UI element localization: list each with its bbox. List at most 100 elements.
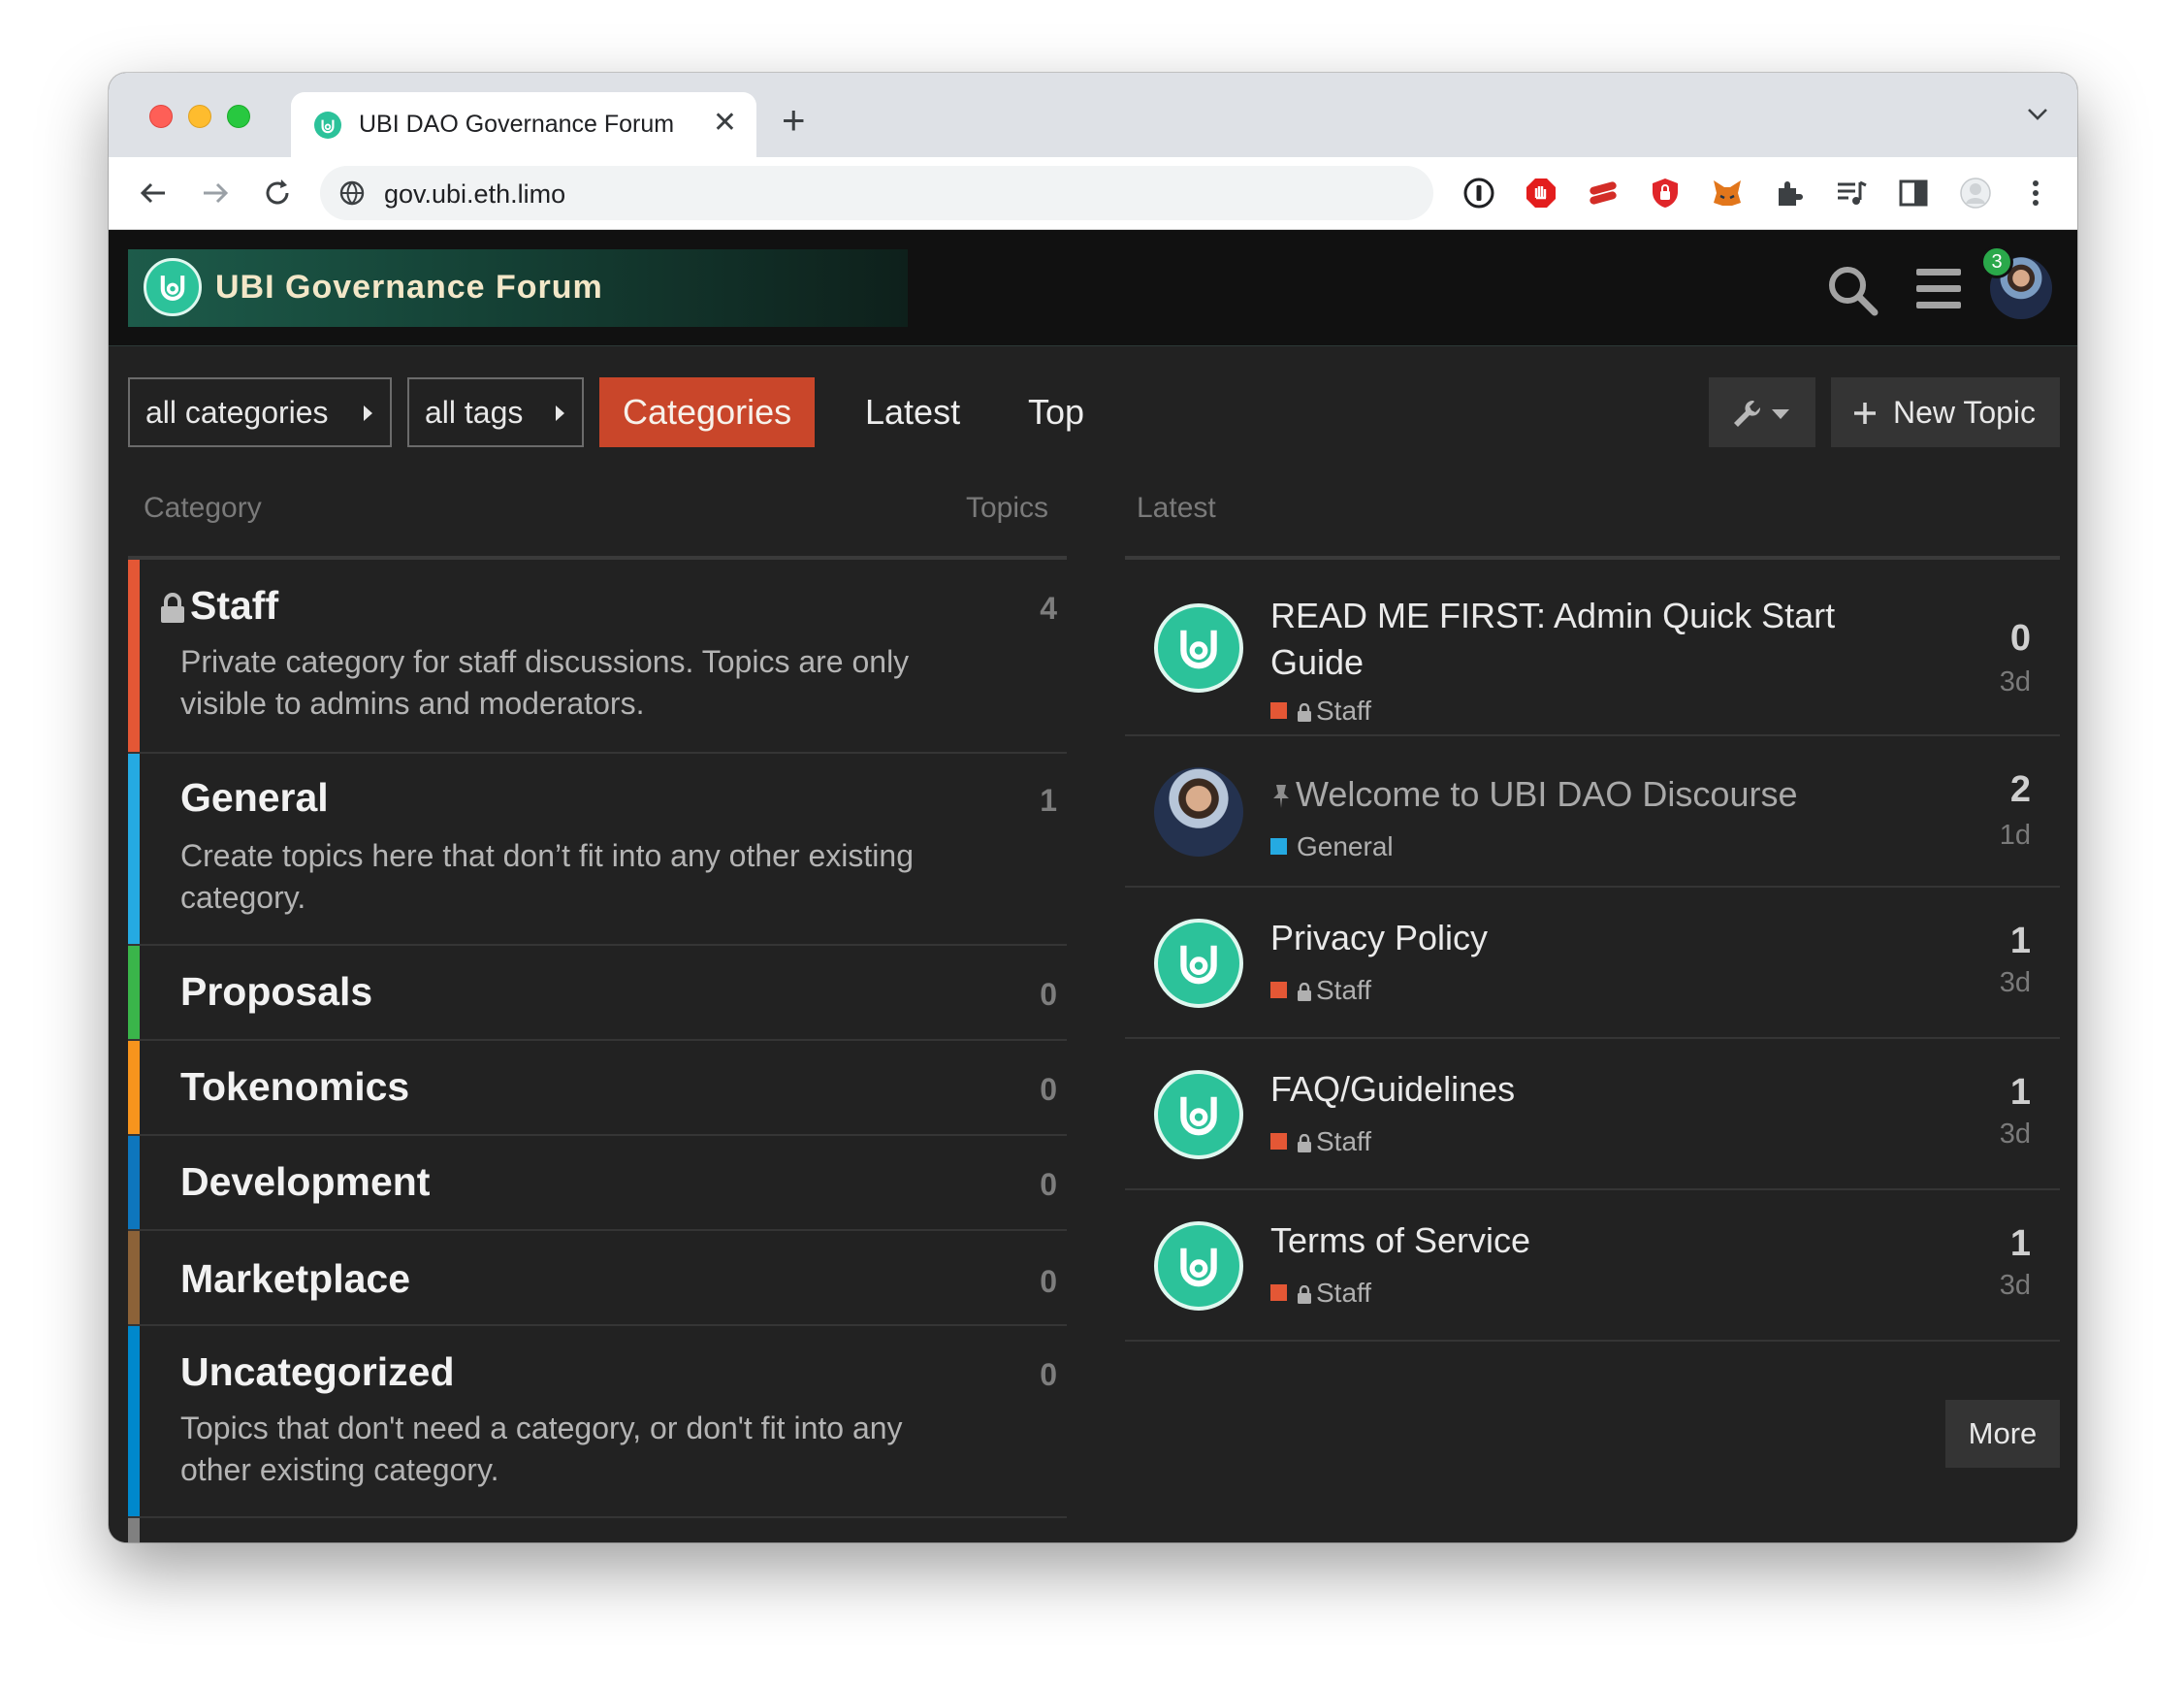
category-row-proposals[interactable]: Proposals 0 xyxy=(128,946,1067,1041)
extensions-icon[interactable] xyxy=(1773,177,1806,210)
topic-category[interactable]: General xyxy=(1270,831,1394,862)
system-avatar-icon[interactable] xyxy=(1154,603,1243,693)
lock-icon xyxy=(1298,982,1311,1001)
category-topic-count: 1 xyxy=(1040,783,1057,818)
topic-category[interactable]: Staff xyxy=(1270,1126,1371,1157)
close-window-button[interactable] xyxy=(149,105,173,128)
caret-right-icon xyxy=(556,405,564,421)
back-icon[interactable] xyxy=(136,176,171,215)
category-color-bar xyxy=(128,1518,140,1542)
category-description: Private category for staff discussions. … xyxy=(180,644,910,721)
tab-categories[interactable]: Categories xyxy=(599,377,816,447)
media-icon[interactable] xyxy=(1835,177,1868,210)
lock-icon xyxy=(1298,1133,1311,1152)
side-panel-icon[interactable] xyxy=(1897,177,1930,210)
category-name[interactable]: Development xyxy=(180,1159,430,1205)
categories-dropdown[interactable]: all categories xyxy=(128,377,392,447)
browser-window: UBI DAO Governance Forum ✕ + gov.ubi.eth… xyxy=(109,73,2077,1542)
new-topic-label: New Topic xyxy=(1893,395,2037,430)
topic-replies-count: 2 xyxy=(2009,769,2031,810)
notification-badge: 3 xyxy=(1980,245,2013,278)
topic-title[interactable]: Privacy Policy xyxy=(1270,915,1852,961)
user-avatar[interactable]: 3 xyxy=(1980,245,2052,319)
tab-search-chevron-icon[interactable] xyxy=(2027,108,2048,126)
new-tab-icon[interactable]: + xyxy=(782,100,806,141)
browser-toolbar: gov.ubi.eth.limo xyxy=(109,157,2077,230)
topic-title[interactable]: READ ME FIRST: Admin Quick Start Guide xyxy=(1270,593,1852,686)
site-title: UBI Governance Forum xyxy=(215,269,603,306)
category-name[interactable]: Proposals xyxy=(180,969,372,1015)
caret-right-icon xyxy=(364,405,372,421)
topic-title[interactable]: FAQ/Guidelines xyxy=(1270,1066,1852,1113)
tags-dropdown[interactable]: all tags xyxy=(407,377,584,447)
topic-row[interactable]: READ ME FIRST: Admin Quick Start Guide S… xyxy=(1125,560,2060,736)
topic-title[interactable]: Welcome to UBI DAO Discourse xyxy=(1270,771,1949,818)
zoom-window-button[interactable] xyxy=(227,105,250,128)
system-avatar-icon[interactable] xyxy=(1154,1070,1243,1159)
topic-activity-age[interactable]: 3d xyxy=(2000,967,2031,999)
topic-activity-age[interactable]: 1d xyxy=(2000,820,2031,852)
pin-icon xyxy=(1273,785,1289,809)
site-logo[interactable]: UBI Governance Forum xyxy=(128,249,908,327)
hamburger-menu-icon[interactable] xyxy=(1914,267,1963,316)
topic-category[interactable]: Staff xyxy=(1270,696,1371,727)
admin-tools-button[interactable] xyxy=(1709,377,1815,447)
ubi-favicon-icon xyxy=(314,112,341,139)
user-avatar[interactable] xyxy=(1154,767,1243,857)
site-info-icon[interactable] xyxy=(339,180,365,211)
tab-close-icon[interactable]: ✕ xyxy=(713,106,737,140)
forward-icon[interactable] xyxy=(198,176,233,215)
topic-row[interactable]: FAQ/Guidelines Staff 1 3d xyxy=(1125,1039,2060,1190)
browser-tab[interactable]: UBI DAO Governance Forum ✕ xyxy=(291,92,756,157)
topic-title[interactable]: Terms of Service xyxy=(1270,1217,1852,1264)
brave-shield-icon[interactable] xyxy=(1649,177,1682,210)
category-name[interactable]: Marketplace xyxy=(180,1256,410,1302)
category-row-uncategorized[interactable]: Uncategorized 0 Topics that don't need a… xyxy=(128,1326,1067,1518)
category-name[interactable]: Tokenomics xyxy=(180,1064,409,1110)
metamask-icon[interactable] xyxy=(1711,177,1744,210)
more-icon[interactable] xyxy=(2019,177,2052,210)
topic-row[interactable]: Welcome to UBI DAO Discourse General 2 1… xyxy=(1125,736,2060,888)
new-topic-button[interactable]: New Topic xyxy=(1831,377,2060,447)
lock-icon xyxy=(161,593,184,624)
tab-top[interactable]: Top xyxy=(1028,377,1084,447)
site-header: UBI Governance Forum 3 xyxy=(109,230,2077,346)
category-color-bar xyxy=(128,560,140,752)
plus-icon xyxy=(1854,403,1876,424)
category-name[interactable]: Staff xyxy=(159,583,278,629)
lock-icon xyxy=(1298,702,1311,722)
category-topic-count: 0 xyxy=(1040,1264,1057,1299)
category-name[interactable]: General xyxy=(180,775,329,821)
topic-activity-age[interactable]: 3d xyxy=(2000,1119,2031,1151)
profile-icon[interactable] xyxy=(1959,177,1992,210)
topic-category[interactable]: Staff xyxy=(1270,975,1371,1006)
reload-icon[interactable] xyxy=(260,176,295,215)
lastpass-icon[interactable] xyxy=(1587,177,1620,210)
category-row-marketplace[interactable]: Marketplace 0 xyxy=(128,1231,1067,1326)
category-row-staff[interactable]: Staff 4 Private category for staff discu… xyxy=(128,560,1067,754)
category-color-bar xyxy=(128,1231,140,1324)
address-bar[interactable]: gov.ubi.eth.limo xyxy=(320,166,1433,220)
category-color-bar xyxy=(128,946,140,1039)
category-topic-count: 0 xyxy=(1040,1072,1057,1107)
topic-activity-age[interactable]: 3d xyxy=(2000,1270,2031,1302)
category-row-development[interactable]: Development 0 xyxy=(128,1136,1067,1231)
category-row-general[interactable]: General 1 Create topics here that don’t … xyxy=(128,754,1067,946)
category-color-bar xyxy=(128,754,140,944)
system-avatar-icon[interactable] xyxy=(1154,1221,1243,1311)
topic-row[interactable]: Terms of Service Staff 1 3d xyxy=(1125,1190,2060,1342)
category-name[interactable]: Uncategorized xyxy=(180,1349,455,1395)
category-topic-count: 0 xyxy=(1040,1357,1057,1392)
tab-latest[interactable]: Latest xyxy=(865,377,960,447)
system-avatar-icon[interactable] xyxy=(1154,919,1243,1008)
topic-activity-age[interactable]: 3d xyxy=(2000,666,2031,698)
1password-icon[interactable] xyxy=(1462,177,1495,210)
minimize-window-button[interactable] xyxy=(188,105,211,128)
topic-category[interactable]: Staff xyxy=(1270,1278,1371,1309)
category-column-heading: Category xyxy=(144,492,262,524)
more-topics-button[interactable]: More xyxy=(1945,1400,2060,1468)
adblock-icon[interactable] xyxy=(1525,177,1558,210)
category-row-tokenomics[interactable]: Tokenomics 0 xyxy=(128,1041,1067,1136)
search-icon[interactable] xyxy=(1825,263,1879,322)
topic-row[interactable]: Privacy Policy Staff 1 3d xyxy=(1125,888,2060,1039)
